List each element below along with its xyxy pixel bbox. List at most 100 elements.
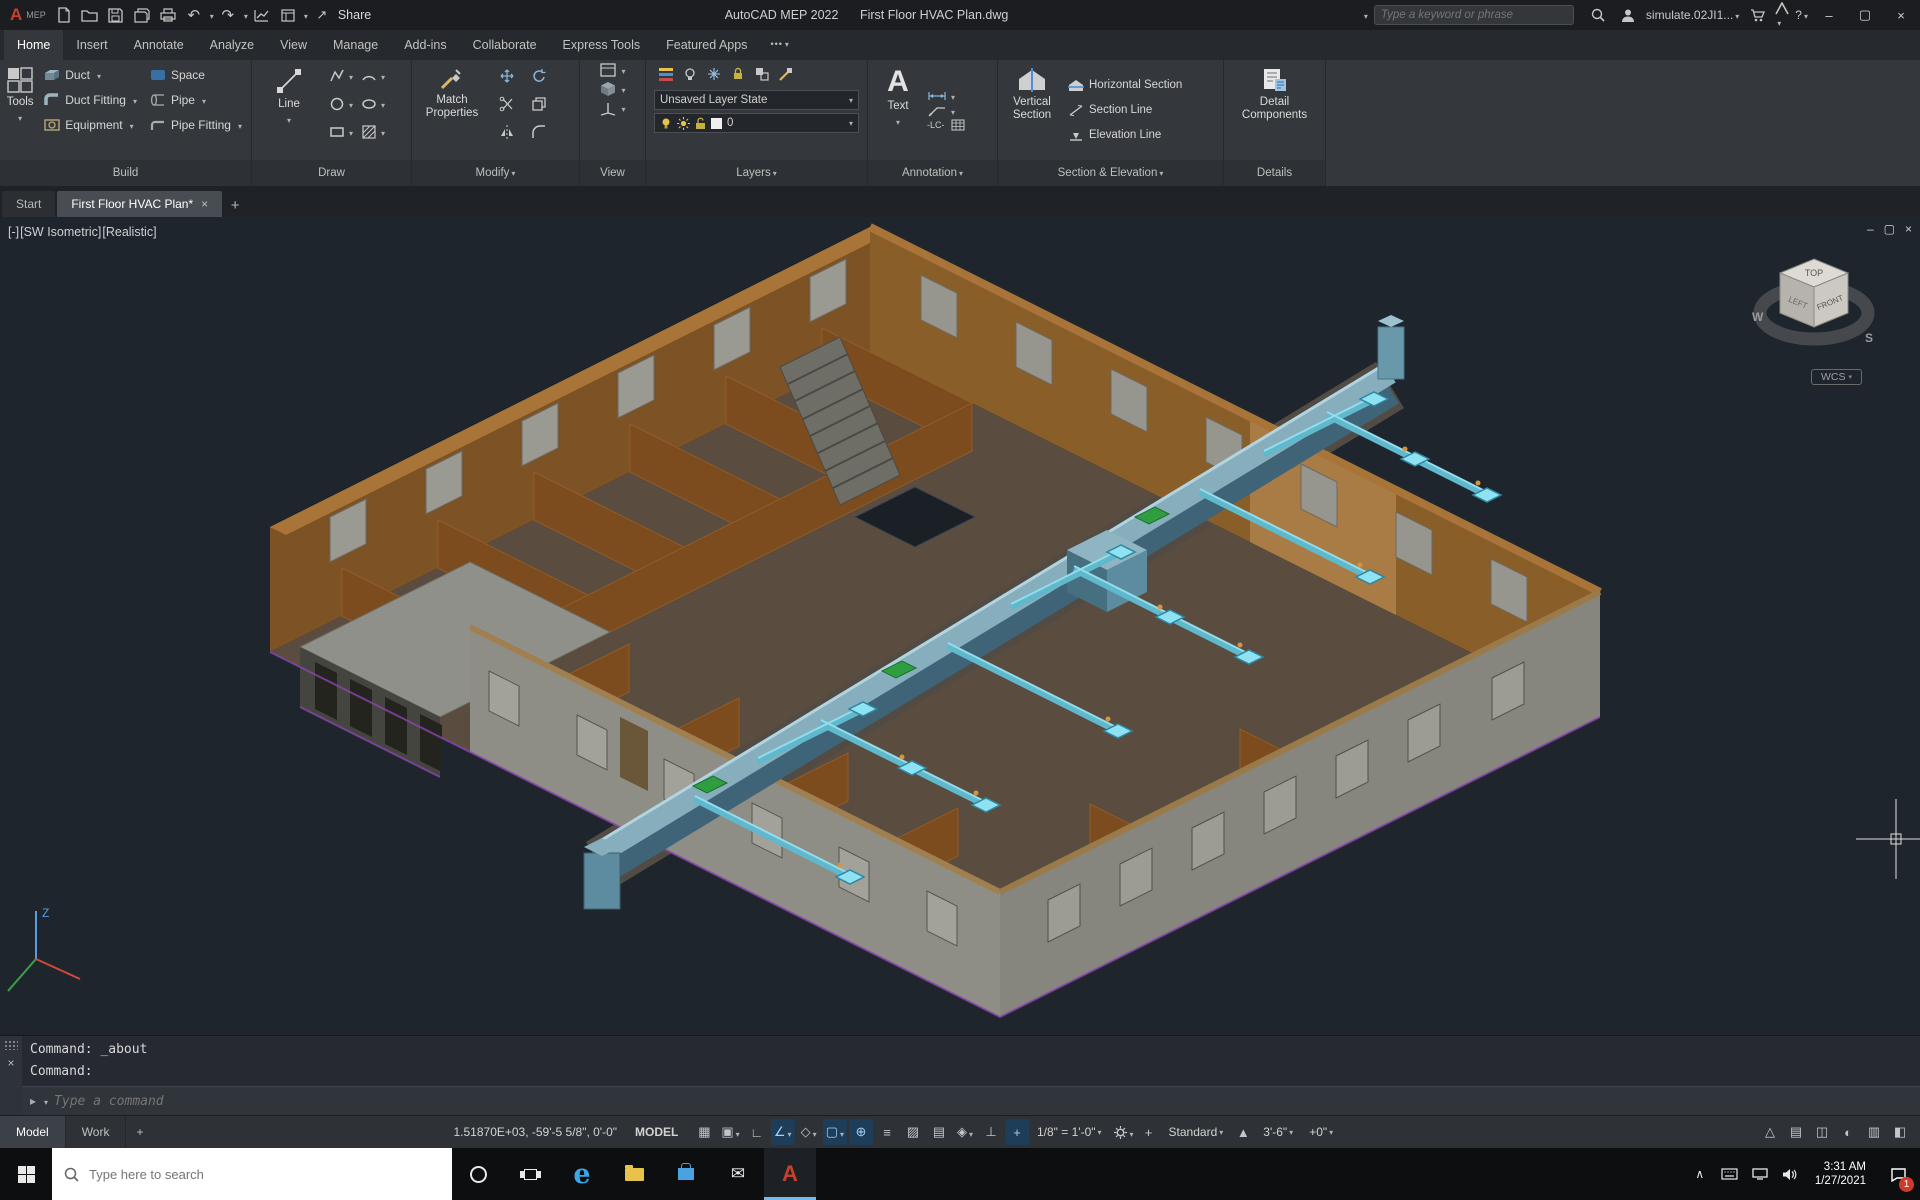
lineweight-icon[interactable]: ≡ (875, 1119, 899, 1145)
grid-display-icon[interactable]: ▦ (692, 1119, 716, 1145)
help-icon[interactable]: ? (1795, 8, 1808, 22)
tools-button[interactable]: Tools (4, 62, 36, 158)
plot-chart-icon[interactable] (250, 3, 274, 27)
equipment-button[interactable]: Equipment (39, 112, 142, 137)
save-icon[interactable] (104, 3, 128, 27)
command-window-grip[interactable] (0, 1036, 22, 1115)
drawing-canvas[interactable] (0, 217, 1920, 1035)
wcs-dropdown[interactable]: WCS (1810, 369, 1862, 385)
hidden-icons-button[interactable]: ∧ (1685, 1148, 1715, 1200)
workspace-icon[interactable] (276, 3, 300, 27)
cut-plane-button[interactable]: 3'-6" (1255, 1119, 1301, 1145)
cortana-button[interactable] (452, 1148, 504, 1200)
model-space-button[interactable]: MODEL (627, 1119, 686, 1145)
section-elevation-panel-label[interactable]: Section & Elevation (998, 160, 1223, 186)
fillet-button[interactable] (531, 124, 547, 140)
network-button[interactable] (1745, 1148, 1775, 1200)
window-restore-button[interactable]: ▢ (1850, 2, 1880, 28)
drawing-tab-first-floor-hvac-plan[interactable]: First Floor HVAC Plan* (57, 191, 223, 217)
viewport-minimize-icon[interactable]: – (1867, 222, 1874, 236)
elevation-button[interactable]: +0" (1301, 1119, 1341, 1145)
transparency-icon[interactable]: ▨ (901, 1119, 925, 1145)
redo-dropdown-icon[interactable] (242, 8, 248, 22)
visual-styles-button[interactable] (599, 80, 625, 98)
ribbon-tab-add-ins[interactable]: Add-ins (391, 30, 459, 60)
ribbon-tab-analyze[interactable]: Analyze (197, 30, 267, 60)
annotation-panel-label[interactable]: Annotation (868, 160, 997, 186)
layer-lock-icon[interactable] (728, 65, 748, 83)
selection-cycling-icon[interactable]: ▤ (927, 1119, 951, 1145)
pipe-button[interactable]: Pipe (145, 87, 247, 112)
search-input[interactable] (1380, 9, 1567, 21)
modify-panel-label[interactable]: Modify (412, 160, 579, 186)
share-icon[interactable]: ↗ (310, 3, 334, 27)
touch-keyboard-button[interactable] (1715, 1148, 1745, 1200)
taskbar-search-field[interactable] (52, 1148, 452, 1200)
autocad-taskbar-button[interactable]: A (764, 1148, 816, 1200)
start-button[interactable] (0, 1148, 52, 1200)
mirror-button[interactable] (499, 124, 515, 140)
graphics-performance-icon[interactable]: ▥ (1862, 1119, 1886, 1145)
circle-button[interactable] (329, 96, 353, 112)
layers-panel-label[interactable]: Layers (646, 160, 867, 186)
new-drawing-tab-button[interactable]: + (223, 193, 247, 217)
details-panel-label[interactable]: Details (1224, 160, 1325, 186)
search-history-icon[interactable] (1362, 8, 1368, 22)
rectangle-button[interactable] (329, 124, 353, 140)
layer-match-icon[interactable] (776, 65, 796, 83)
line-button[interactable]: Line (256, 62, 322, 158)
layer-thaw-sun-icon[interactable] (677, 116, 690, 130)
rotate-button[interactable] (531, 68, 547, 84)
pipe-fitting-button[interactable]: Pipe Fitting (145, 112, 247, 137)
match-properties-button[interactable]: Match Properties (416, 62, 488, 158)
new-file-icon[interactable] (52, 3, 76, 27)
ribbon-tab-home[interactable]: Home (4, 30, 64, 60)
new-layout-button[interactable]: + (126, 1125, 153, 1139)
drawing-tab-start[interactable]: Start (2, 191, 56, 217)
isolate-objects-icon[interactable]: ◐ (1836, 1119, 1860, 1145)
dynamic-ucs-icon[interactable]: ⊥ (979, 1119, 1003, 1145)
polyline-button[interactable] (329, 68, 353, 84)
drag-grip-icon[interactable] (4, 1040, 18, 1050)
move-button[interactable] (499, 68, 515, 84)
window-close-button[interactable]: × (1886, 2, 1916, 28)
polar-tracking-icon[interactable]: ∠ (770, 1119, 795, 1145)
display-configuration-button[interactable]: Standard (1161, 1119, 1232, 1145)
taskbar-search-input[interactable] (89, 1166, 440, 1182)
section-line-button[interactable]: Section Line (1065, 98, 1185, 123)
duct-button[interactable]: Duct (39, 62, 142, 87)
view-control[interactable]: [SW Isometric] (20, 225, 101, 239)
duct-fitting-button[interactable]: Duct Fitting (39, 87, 142, 112)
dynamic-input-icon[interactable]: + (1005, 1119, 1029, 1145)
store-button[interactable] (660, 1148, 712, 1200)
annotation-visibility-icon[interactable]: ▲ (1231, 1119, 1255, 1145)
undo-icon[interactable]: ↶ (182, 3, 206, 27)
hatch-button[interactable] (361, 124, 385, 140)
layer-off-icon[interactable] (680, 65, 700, 83)
visual-style-control[interactable]: [Realistic] (102, 225, 156, 239)
more-tabs-button[interactable] (760, 28, 798, 60)
search-icon[interactable] (1586, 3, 1610, 27)
ribbon-tab-manage[interactable]: Manage (320, 30, 391, 60)
space-button[interactable]: Space (145, 62, 247, 87)
share-button[interactable]: Share (338, 8, 371, 22)
table-icon[interactable] (951, 119, 965, 131)
layer-freeze-icon[interactable] (704, 65, 724, 83)
dimension-button[interactable] (927, 89, 965, 103)
viewport-restore-icon[interactable]: ▢ (1884, 222, 1895, 236)
copy-button[interactable] (531, 96, 547, 112)
ucs-view-button[interactable] (599, 100, 625, 116)
annotation-scale-button[interactable]: 1/8" = 1'-0" (1029, 1119, 1110, 1145)
quick-access-dropdown-icon[interactable] (302, 8, 308, 22)
save-all-icon[interactable] (130, 3, 154, 27)
action-center-button[interactable]: 1 (1876, 1148, 1920, 1200)
signed-in-user[interactable]: simulate.02JI1... (1646, 8, 1739, 22)
application-menu-logo[interactable]: A (4, 5, 24, 25)
volume-button[interactable] (1775, 1148, 1805, 1200)
open-file-icon[interactable] (78, 3, 102, 27)
clean-screen-icon[interactable]: ◧ (1888, 1119, 1912, 1145)
command-input-row[interactable]: ▸ (22, 1086, 1920, 1115)
named-views-button[interactable] (599, 62, 625, 78)
viewport-menu-control[interactable]: [-] (8, 225, 19, 239)
ribbon-tab-annotate[interactable]: Annotate (121, 30, 197, 60)
